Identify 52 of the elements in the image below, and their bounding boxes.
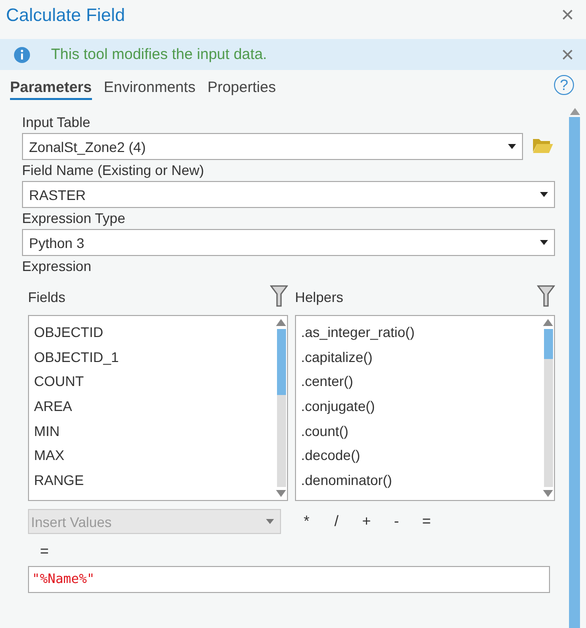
operator-button[interactable]: = [420,513,433,530]
scroll-up-icon[interactable] [570,108,580,115]
list-item[interactable]: .decode() [301,443,538,468]
scroll-up-icon[interactable] [276,319,286,327]
list-item[interactable]: COUNT [34,369,271,394]
caret-icon [508,144,516,149]
operator-button[interactable]: + [360,513,373,530]
tab[interactable]: Parameters [10,79,92,100]
tab[interactable]: Environments [104,79,196,100]
list-item[interactable]: AREA [34,394,271,419]
list-item[interactable]: MAX [34,443,271,468]
list-item[interactable]: OBJECTID [34,320,271,345]
assignment-sign: = [40,543,50,560]
caret-icon [540,192,548,197]
list-item[interactable]: .as_integer_ratio() [301,320,538,345]
notice-text: This tool modifies the input data. [51,46,268,63]
list-item[interactable]: .center() [301,369,538,394]
list-label: Fields [28,289,66,305]
parameter-label: Field Name (Existing or New) [22,162,206,178]
list-item[interactable]: RANGE [34,468,271,493]
caret-icon [266,519,274,524]
section-label: Expression [22,258,92,274]
list-item[interactable]: .conjugate() [301,394,538,419]
dropdown[interactable]: Python 3 [22,229,555,256]
scroll-thumb[interactable] [544,329,552,360]
scroll-thumb[interactable] [276,329,286,396]
list-item[interactable]: .denominator() [301,468,538,493]
operator-button[interactable]: - [390,513,403,530]
window-title: Calculate Field [6,4,126,26]
parameter-label: Expression Type [22,210,126,226]
filter-icon[interactable] [537,284,555,310]
list-item[interactable]: OBJECTID_1 [34,344,271,370]
filter-icon[interactable] [270,284,288,310]
operator-button[interactable]: * [300,513,313,530]
list-item[interactable]: .capitalize() [301,344,538,370]
scroll-up-icon[interactable] [543,319,553,327]
list-item[interactable]: .count() [301,418,538,444]
operator-button[interactable]: / [330,513,343,530]
tab[interactable]: Properties [207,79,276,100]
dropdown[interactable]: ZonalSt_Zone2 (4) [22,133,523,160]
parameter-label: Input Table [22,114,92,130]
caret-icon [540,240,548,245]
scroll-down-icon[interactable] [276,489,286,497]
scroll-down-icon[interactable] [543,489,553,497]
list-label: Helpers [295,289,344,305]
expression-field[interactable]: "%Name%" [28,566,550,593]
dismiss-button[interactable]: × [561,44,574,64]
list-item[interactable]: MIN [34,418,271,444]
scroll-thumb[interactable] [569,117,580,628]
info-icon [13,46,31,64]
dropdown[interactable]: RASTER [22,181,555,208]
close-button[interactable]: × [561,5,574,25]
